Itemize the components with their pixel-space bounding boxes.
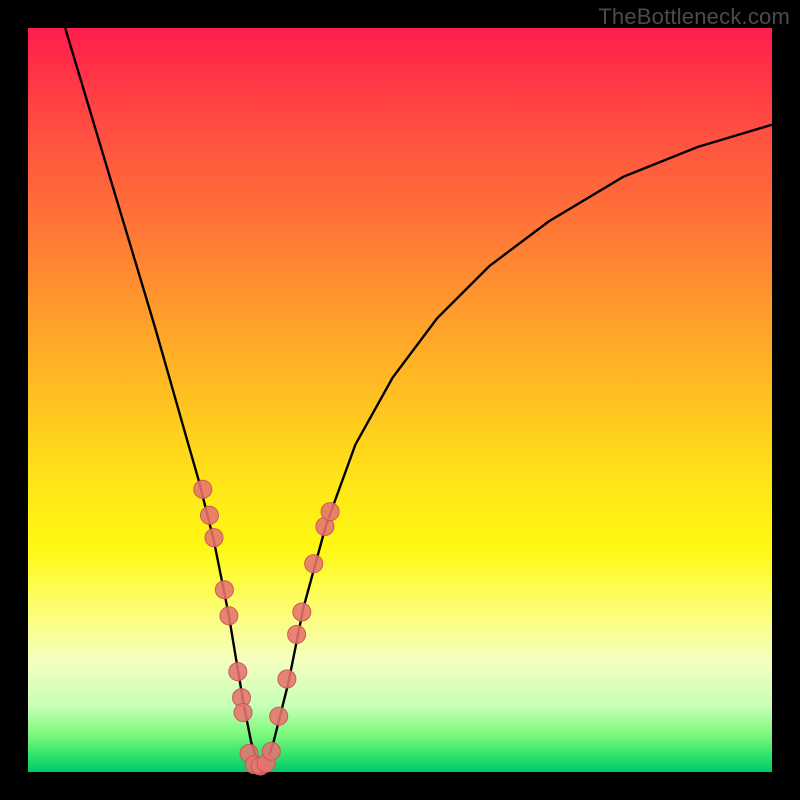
curve-marker — [205, 529, 223, 547]
curve-marker — [288, 625, 306, 643]
curve-marker — [293, 603, 311, 621]
curve-marker — [321, 503, 339, 521]
chart-frame: TheBottleneck.com — [0, 0, 800, 800]
curve-marker — [270, 707, 288, 725]
watermark-label: TheBottleneck.com — [598, 4, 790, 30]
curve-markers — [194, 480, 339, 775]
curve-marker — [220, 607, 238, 625]
curve-marker — [201, 506, 219, 524]
curve-marker — [305, 555, 323, 573]
curve-svg — [28, 28, 772, 772]
curve-marker — [194, 480, 212, 498]
curve-marker — [229, 663, 247, 681]
bottleneck-curve — [65, 28, 772, 765]
curve-marker — [278, 670, 296, 688]
curve-marker — [215, 581, 233, 599]
curve-marker — [262, 742, 280, 760]
plot-area — [28, 28, 772, 772]
curve-marker — [234, 704, 252, 722]
